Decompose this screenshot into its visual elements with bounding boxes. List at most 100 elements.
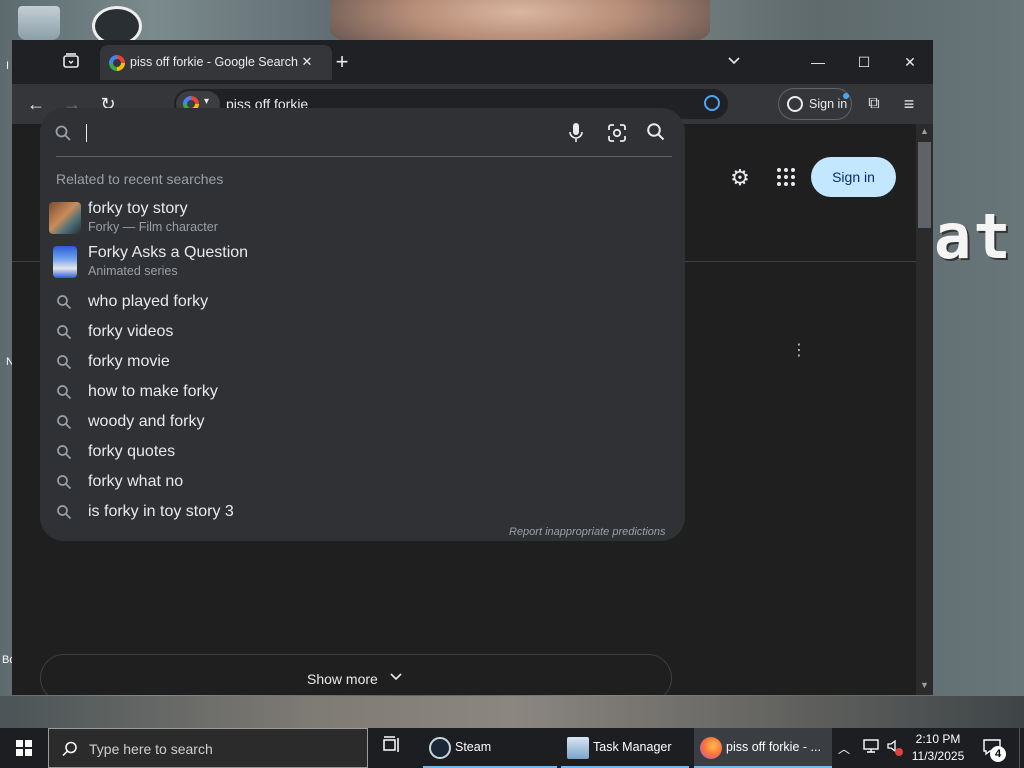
- task-manager-icon: [567, 737, 589, 759]
- suggestion-item[interactable]: how to make forky: [40, 378, 685, 408]
- desktop-wallpaper-bottom: [0, 696, 1024, 728]
- tab-dropdown-chevron-icon[interactable]: [724, 52, 744, 72]
- more-options-icon[interactable]: ⋮: [791, 343, 807, 368]
- show-desktop-button[interactable]: [1019, 728, 1024, 768]
- suggestion-text: forky quotes: [88, 443, 176, 460]
- tab-close-icon[interactable]: ✕: [298, 53, 316, 71]
- show-more-label: Show more: [307, 671, 378, 687]
- profile-sign-in-button[interactable]: Sign in: [778, 88, 852, 120]
- suggestion-text: forky what no: [88, 473, 184, 490]
- search-submit-icon[interactable]: [646, 122, 668, 144]
- taskbar-app-browser[interactable]: piss off forkie - ...: [694, 728, 832, 768]
- extensions-icon[interactable]: ⧉: [862, 92, 886, 116]
- clock-time: 2:10 PM: [915, 732, 961, 746]
- suggestion-subtitle: Forky — Film character: [88, 220, 218, 234]
- suggestion-item[interactable]: forky quotes: [40, 438, 685, 468]
- taskbar-app-task-manager[interactable]: Task Manager: [561, 728, 689, 768]
- taskbar-app-label: Task Manager: [593, 740, 672, 754]
- suggestions-heading: Related to recent searches: [56, 171, 224, 187]
- suggestions-divider: [56, 156, 672, 157]
- suggestion-subtitle: Animated series: [88, 264, 178, 278]
- suggestion-item[interactable]: forky movie: [40, 348, 685, 378]
- suggestion-item-rich[interactable]: Forky Asks a Question Animated series: [40, 242, 685, 286]
- search-results-page: ⚙ Sign in ⋮ Show more Related to recent …: [12, 108, 916, 695]
- notification-dot: [843, 93, 849, 99]
- tray-overflow-chevron-icon[interactable]: ︿: [838, 740, 850, 757]
- taskbar-app-label: Steam: [455, 740, 492, 754]
- google-favicon-icon: [109, 55, 125, 71]
- suggestion-text: who played forky: [88, 293, 209, 310]
- clock-date: 11/3/2025: [911, 749, 965, 763]
- taskbar-search-box[interactable]: Type here to search: [48, 728, 368, 768]
- search-icon: [56, 384, 72, 400]
- google-lens-camera-icon[interactable]: [606, 122, 628, 144]
- maximize-button[interactable]: ☐: [852, 50, 876, 74]
- suggestion-text: woody and forky: [88, 413, 205, 430]
- taskbar-app-label: piss off forkie - ...: [726, 740, 821, 754]
- search-icon: [56, 324, 72, 340]
- browser-menu-icon[interactable]: ≡: [897, 92, 921, 116]
- search-input[interactable]: [86, 122, 546, 144]
- forky-thumbnail-image: [49, 202, 81, 234]
- system-clock[interactable]: 2:10 PM 11/3/2025: [908, 731, 968, 765]
- google-apps-grid-icon[interactable]: [776, 167, 798, 189]
- globe-icon[interactable]: [704, 95, 720, 111]
- start-button[interactable]: [0, 728, 48, 768]
- text-caret: [86, 124, 87, 142]
- close-window-button[interactable]: ✕: [898, 50, 922, 74]
- desktop-label-fragment: I: [6, 60, 10, 72]
- suggestion-title: Forky Asks a Question: [88, 244, 249, 261]
- search-suggestions-dropdown: Related to recent searches forky toy sto…: [40, 108, 685, 541]
- recycle-bin-icon[interactable]: [18, 6, 60, 40]
- search-icon: [61, 740, 79, 758]
- show-more-button[interactable]: Show more: [40, 654, 672, 695]
- search-icon: [56, 474, 72, 490]
- search-icon: [56, 414, 72, 430]
- scroll-up-arrow-icon[interactable]: ▲: [920, 126, 929, 136]
- back-button[interactable]: ←: [24, 92, 48, 116]
- wallpaper-overlay-text: at: [934, 200, 1013, 273]
- profile-sign-in-label: Sign in: [809, 97, 848, 111]
- firefox-icon: [700, 737, 722, 759]
- mute-indicator-icon: [895, 748, 903, 756]
- suggestion-item[interactable]: forky what no: [40, 468, 685, 498]
- new-tab-button[interactable]: +: [330, 50, 354, 74]
- suggestion-text: is forky in toy story 3: [88, 503, 234, 520]
- search-icon: [56, 294, 72, 310]
- suggestion-item-rich[interactable]: forky toy story Forky — Film character: [40, 198, 685, 242]
- suggestion-item[interactable]: is forky in toy story 3: [40, 498, 685, 528]
- scroll-down-arrow-icon[interactable]: ▼: [920, 680, 929, 690]
- tab-bar: piss off forkie - Google Search ✕ + — ☐ …: [12, 40, 933, 84]
- series-thumbnail-image: [53, 246, 77, 278]
- tab-active[interactable]: piss off forkie - Google Search ✕: [100, 45, 332, 80]
- suggestion-text: forky videos: [88, 323, 174, 340]
- chevron-down-icon: ▾: [204, 96, 210, 107]
- scrollbar-thumb[interactable]: [918, 142, 931, 228]
- search-icon: [54, 124, 72, 142]
- suggestion-item[interactable]: woody and forky: [40, 408, 685, 438]
- browser-window: piss off forkie - Google Search ✕ + — ☐ …: [12, 40, 933, 695]
- profile-icon: [787, 96, 803, 112]
- page-scrollbar[interactable]: ▲ ▼: [916, 124, 933, 695]
- search-icon: [56, 504, 72, 520]
- google-sign-in-button[interactable]: Sign in: [811, 157, 896, 197]
- suggestion-item[interactable]: who played forky: [40, 288, 685, 318]
- suggestion-title: forky toy story: [88, 200, 188, 217]
- tab-search-icon[interactable]: [60, 52, 82, 72]
- taskbar-app-steam[interactable]: Steam: [423, 728, 557, 768]
- microphone-icon[interactable]: [567, 122, 585, 144]
- windows-taskbar: Type here to search Steam Task Manager p…: [0, 728, 1024, 768]
- suggestion-item[interactable]: forky videos: [40, 318, 685, 348]
- suggestion-text: forky movie: [88, 353, 170, 370]
- windows-logo-icon: [16, 740, 32, 756]
- network-icon[interactable]: [862, 738, 880, 756]
- settings-gear-icon[interactable]: ⚙: [728, 166, 752, 190]
- search-icon: [56, 354, 72, 370]
- minimize-button[interactable]: —: [806, 50, 830, 74]
- chevron-down-icon: [389, 669, 403, 686]
- task-view-icon[interactable]: [380, 736, 404, 760]
- suggestion-text: how to make forky: [88, 383, 218, 400]
- report-predictions-link[interactable]: Report inappropriate predictions: [509, 526, 666, 538]
- taskbar-search-placeholder: Type here to search: [89, 741, 213, 757]
- steam-icon: [429, 737, 451, 759]
